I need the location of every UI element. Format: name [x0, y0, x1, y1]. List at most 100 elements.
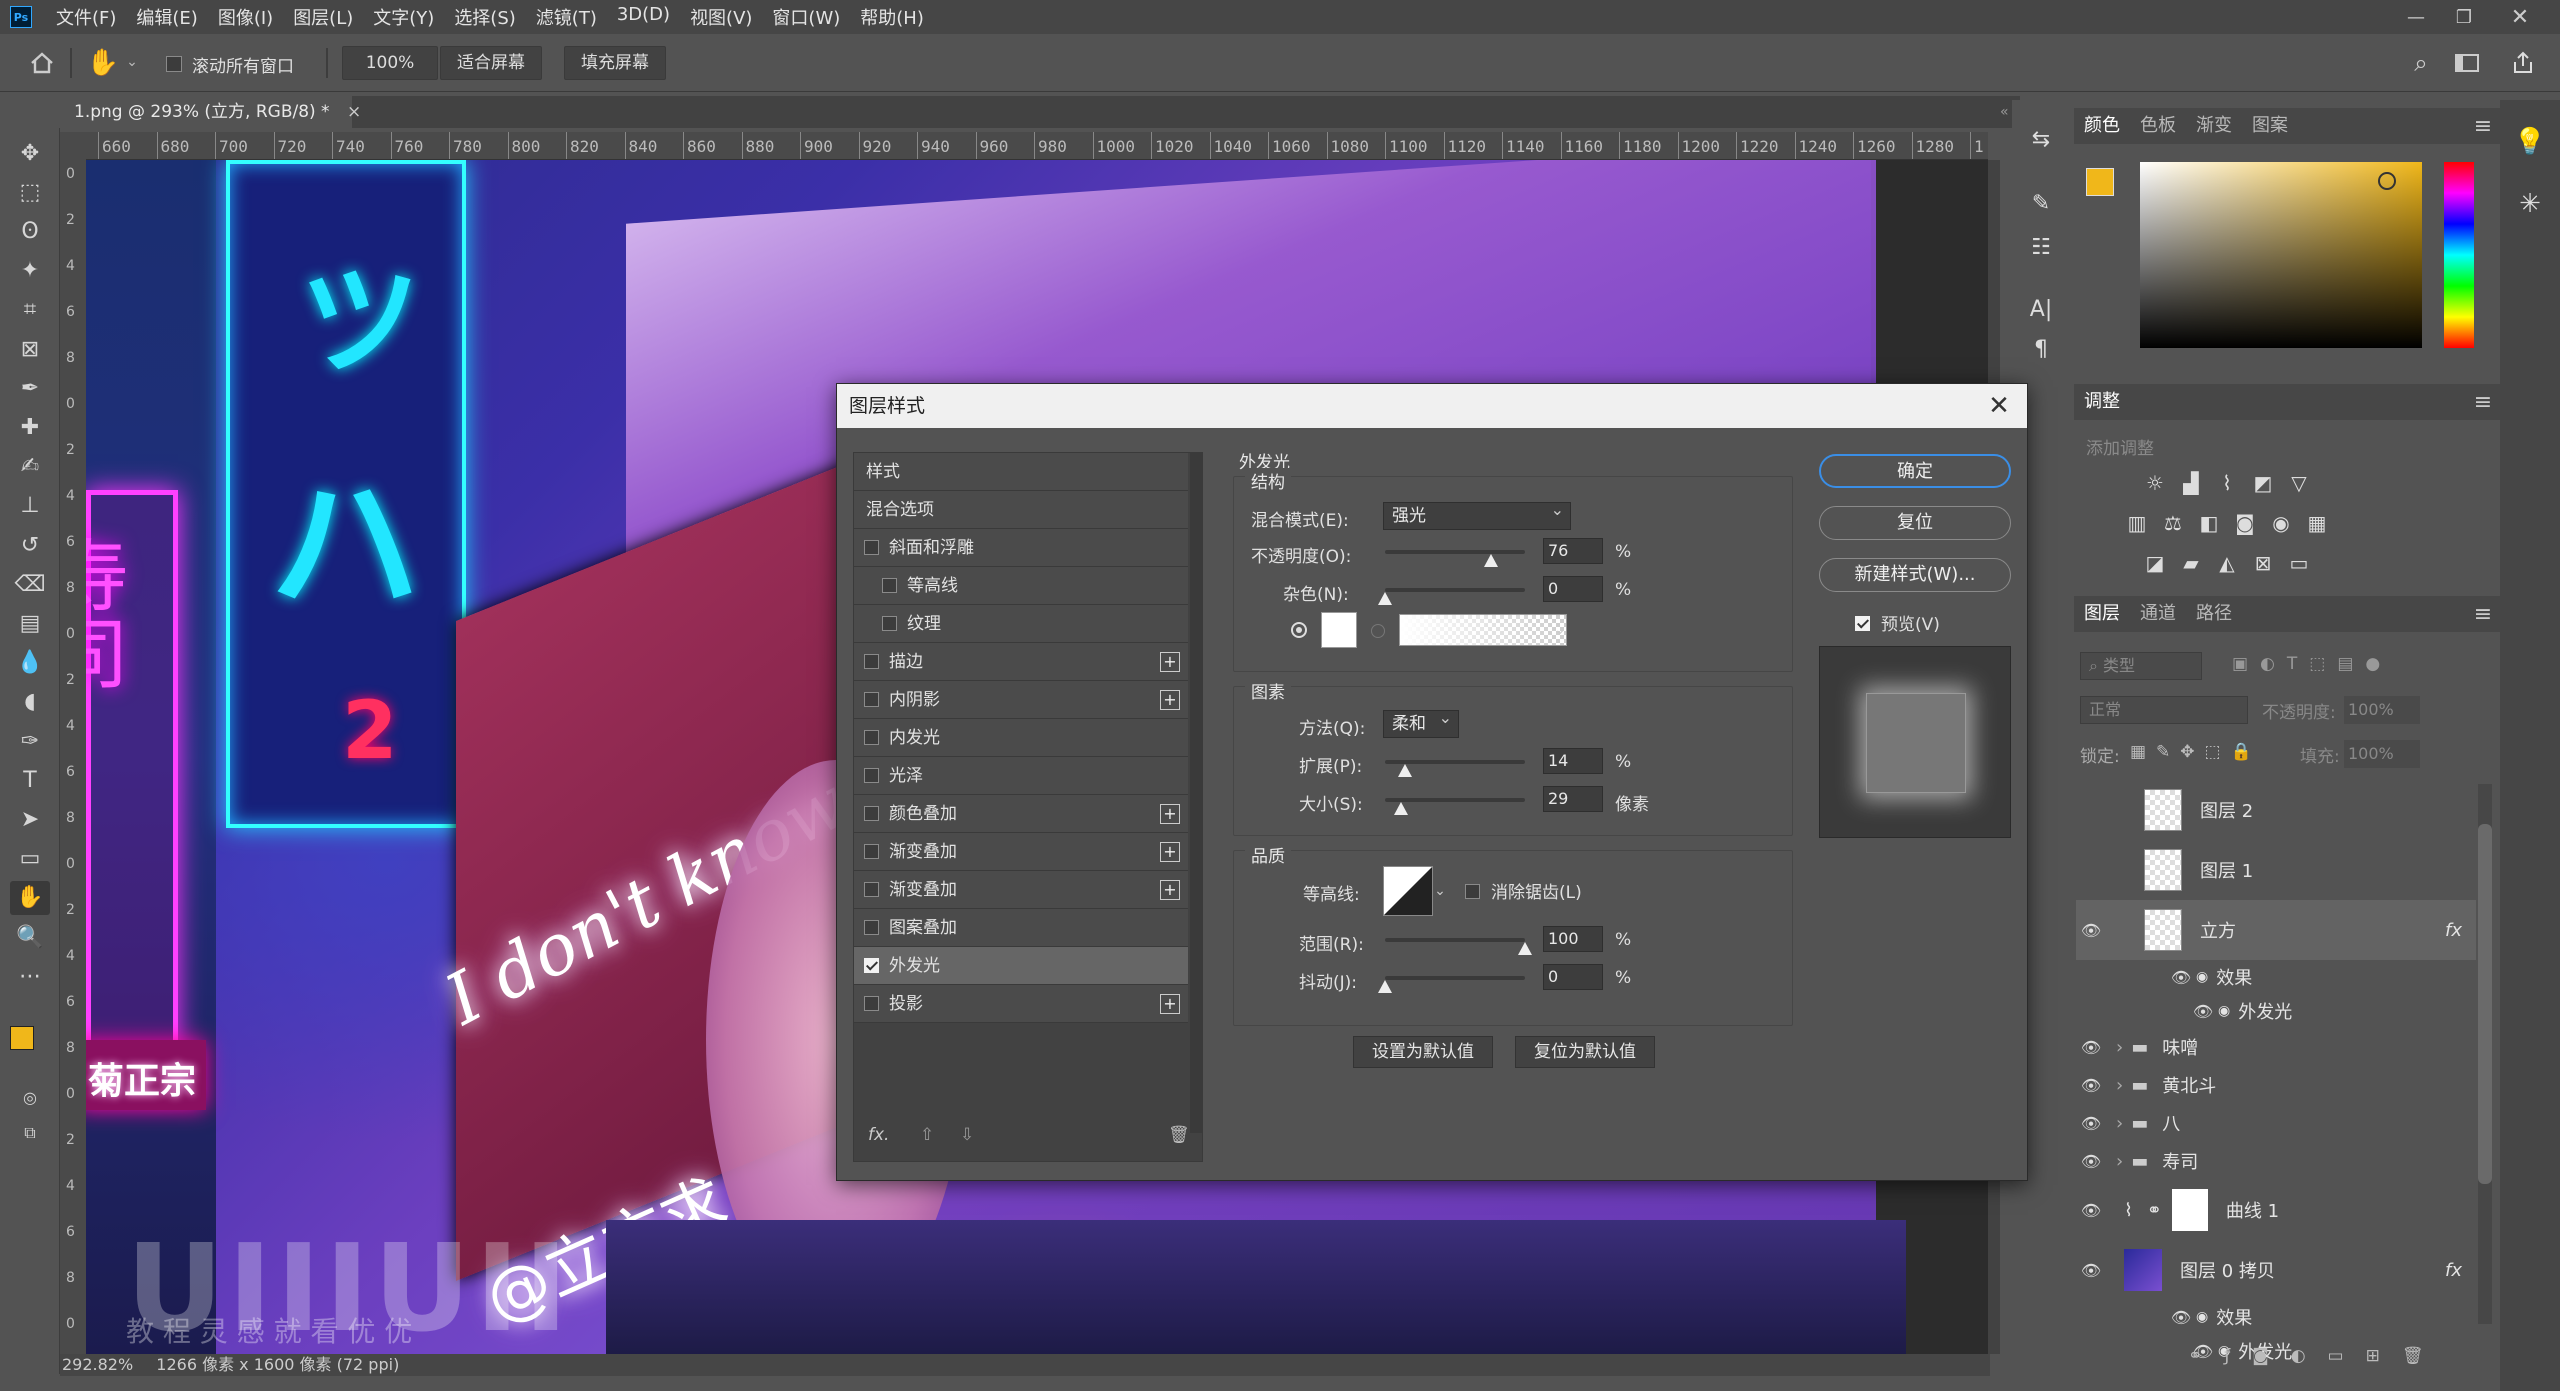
add-style-icon[interactable]: + [1160, 804, 1180, 824]
photoshop-logo-icon[interactable]: Ps [4, 0, 38, 34]
character-icon[interactable]: A| [2024, 292, 2058, 326]
style-checkbox[interactable] [864, 729, 879, 745]
fill-input[interactable]: 100% [2344, 740, 2420, 768]
brush-tool-icon[interactable]: ✍ [10, 450, 50, 484]
search-icon[interactable]: ⌕ [2404, 48, 2438, 78]
style-checkbox[interactable] [864, 653, 879, 669]
layer-row[interactable]: 👁 ⌇ ⚭ 曲线 1 [2076, 1180, 2476, 1240]
fit-screen-button[interactable]: 适合屏幕 [440, 46, 542, 80]
add-style-icon[interactable]: + [1160, 880, 1180, 900]
contour-picker[interactable] [1383, 866, 1433, 916]
close-icon[interactable]: ✕ [2496, 0, 2544, 34]
move-down-icon[interactable]: ⇩ [960, 1125, 974, 1145]
history-icon[interactable]: ⇆ [2024, 122, 2058, 156]
style-item[interactable]: 描边 + [854, 643, 1188, 681]
style-checkbox[interactable] [864, 957, 879, 973]
posterize-icon[interactable]: ▰ [2176, 548, 2206, 578]
levels-icon[interactable]: ▟ [2176, 468, 2206, 498]
hue-slider[interactable] [2444, 162, 2474, 348]
eye-icon[interactable]: 👁 [2076, 1076, 2106, 1095]
layer-row[interactable]: 👁 › ▬ 寿司 [2076, 1142, 2476, 1180]
learn-icon[interactable]: 💡 [2510, 122, 2550, 162]
chevron-right-icon[interactable]: › [2116, 1113, 2123, 1134]
clone-stamp-tool-icon[interactable]: ⊥ [10, 489, 50, 523]
crop-tool-icon[interactable]: ⌗ [10, 293, 50, 327]
photo-filter-icon[interactable]: ◙ [2230, 508, 2260, 538]
eye-icon[interactable]: 👁 [2188, 1002, 2218, 1021]
tab-color-0[interactable]: 颜色 [2074, 108, 2130, 144]
eraser-tool-icon[interactable]: ⌫ [10, 567, 50, 601]
size-slider-thumb[interactable] [1394, 802, 1409, 815]
link-icon[interactable]: ⚭ [2147, 1200, 2162, 1221]
exposure-icon[interactable]: ◩ [2248, 468, 2278, 498]
color-field[interactable] [2140, 162, 2422, 348]
size-slider[interactable] [1385, 798, 1525, 815]
scroll-all-checkbox[interactable] [166, 56, 182, 72]
pen-tool-icon[interactable]: ✑ [10, 724, 50, 758]
style-checkbox[interactable] [864, 767, 879, 783]
tab-color-2[interactable]: 渐变 [2186, 108, 2242, 144]
menu-item[interactable]: 帮助(H) [850, 4, 934, 30]
layer-row[interactable]: 👁 › ▬ 味噌 [2076, 1028, 2476, 1066]
menu-item[interactable]: 文件(F) [46, 4, 126, 30]
color-picker-cursor[interactable] [2378, 172, 2396, 190]
menu-item[interactable]: 文字(Y) [363, 4, 444, 30]
layer-row[interactable]: 图层 2 [2076, 780, 2476, 840]
history-brush-tool-icon[interactable]: ↺ [10, 528, 50, 562]
layer-row[interactable]: 图层 1 [2076, 840, 2476, 900]
home-icon[interactable] [24, 46, 60, 80]
opacity-slider[interactable] [1385, 550, 1525, 567]
document-tab[interactable]: 1.png @ 293% (立方, RGB/8) * × [60, 96, 361, 128]
solid-color-radio[interactable] [1291, 622, 1307, 638]
layer-filter-icons[interactable]: ▣◐T⬚▤● [2232, 654, 2392, 674]
dodge-tool-icon[interactable]: ◖ [10, 685, 50, 719]
opacity-input[interactable]: 100% [2344, 696, 2420, 724]
fx-menu-icon[interactable]: fx. [868, 1125, 889, 1145]
style-item[interactable]: 内阴影 + [854, 681, 1188, 719]
gradient-dropdown-icon[interactable]: ⌄ [1553, 622, 1567, 638]
panel-menu-icon[interactable]: ≡ [2472, 390, 2494, 415]
layer-filter-select[interactable]: ⌕ 类型 [2080, 652, 2202, 680]
menu-item[interactable]: 窗口(W) [762, 4, 850, 30]
noise-slider-thumb[interactable] [1378, 592, 1392, 605]
range-slider[interactable] [1385, 938, 1532, 955]
method-dropdown[interactable]: 柔和 [1383, 705, 1459, 738]
blur-tool-icon[interactable]: 💧 [10, 646, 50, 680]
new-style-button[interactable]: 新建样式(W)... [1819, 558, 2011, 592]
style-checkbox[interactable] [864, 881, 879, 897]
fx-icon[interactable]: fx [2445, 1260, 2462, 1281]
layer-row[interactable]: 👁 ◉ 效果 [2076, 960, 2476, 994]
eye-icon[interactable]: 👁 [2166, 1308, 2196, 1327]
add-style-icon[interactable]: + [1160, 994, 1180, 1014]
eye-icon[interactable]: ◉ [2196, 969, 2208, 985]
restore-icon[interactable]: ❐ [2440, 0, 2488, 34]
antialias-checkbox[interactable] [1465, 882, 1490, 901]
chevron-down-icon[interactable]: ⌄ [124, 52, 140, 72]
eye-icon[interactable]: ◉ [2196, 1309, 2208, 1325]
share-icon[interactable] [2506, 46, 2540, 80]
set-default-button[interactable]: 设置为默认值 [1353, 1036, 1493, 1068]
layer-row[interactable]: 👁 › ▬ 黄北斗 [2076, 1066, 2476, 1104]
opacity-input[interactable]: 76 [1543, 538, 1603, 564]
menu-item[interactable]: 图像(I) [208, 4, 283, 30]
rectangle-tool-icon[interactable]: ▭ [10, 842, 50, 876]
type-tool-icon[interactable]: T [10, 763, 50, 797]
eye-icon[interactable]: 👁 [2076, 1261, 2106, 1280]
tab-layers-0[interactable]: 图层 [2074, 596, 2130, 632]
properties-icon[interactable]: ☷ [2024, 230, 2058, 264]
chevron-right-icon[interactable]: › [2116, 1151, 2123, 1172]
gradient-map-icon[interactable]: ▭ [2284, 548, 2314, 578]
spread-slider[interactable] [1385, 760, 1525, 777]
quick-mask-icon[interactable]: ◎ [10, 1080, 50, 1114]
style-checkbox[interactable] [882, 577, 897, 593]
status-zoom[interactable]: 292.82% [62, 1355, 133, 1374]
spread-slider-thumb[interactable] [1397, 764, 1412, 777]
preview-checkbox[interactable] [1855, 614, 1880, 633]
style-item[interactable]: 渐变叠加 + [854, 833, 1188, 871]
glow-color-swatch[interactable] [1321, 612, 1357, 648]
opacity-slider-thumb[interactable] [1484, 554, 1499, 567]
jitter-slider[interactable] [1378, 976, 1525, 993]
blend-mode-dropdown[interactable]: 强光 [1383, 497, 1571, 530]
brush-settings-icon[interactable]: ✎ [2024, 186, 2058, 220]
layer-row[interactable]: 👁 图层 0 拷贝 fx [2076, 1240, 2476, 1300]
